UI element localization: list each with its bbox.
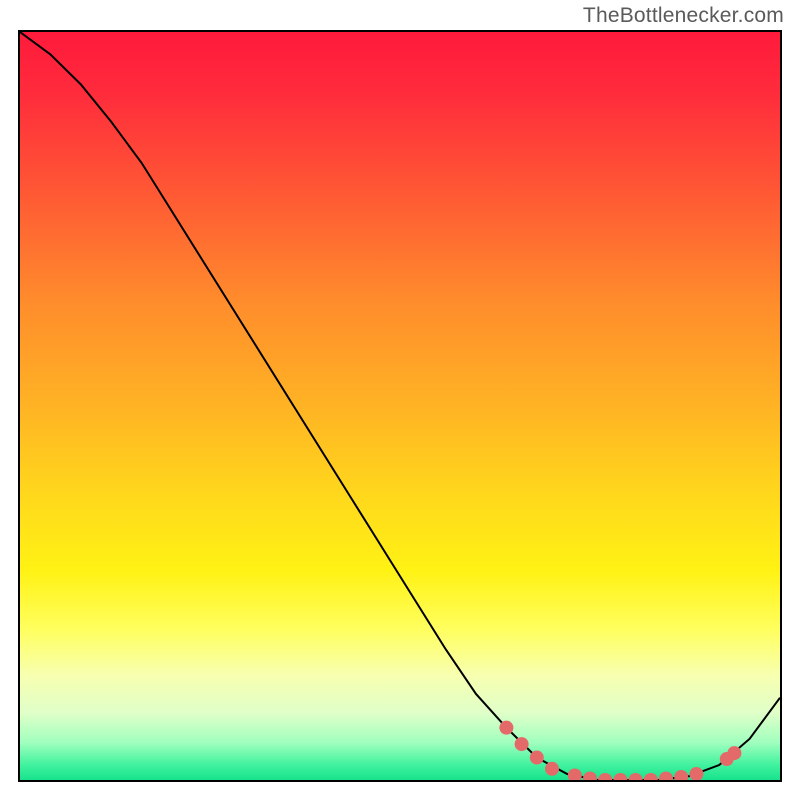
curve-marker: [568, 769, 582, 780]
curve-marker: [689, 767, 703, 780]
curve-marker: [674, 770, 688, 780]
chart-container: TheBottlenecker.com: [0, 0, 800, 800]
curve-marker: [613, 773, 627, 780]
curve-marker: [583, 772, 597, 781]
curve-marker: [644, 773, 658, 780]
curve-marker: [727, 746, 741, 760]
curve-marker: [530, 751, 544, 765]
curve-marker: [598, 773, 612, 780]
curve-marker: [515, 737, 529, 751]
plot-svg: [20, 32, 780, 780]
curve-marker: [499, 721, 513, 735]
plot-area: [18, 30, 782, 782]
curve-marker: [629, 773, 643, 780]
watermark-text: TheBottlenecker.com: [583, 4, 784, 28]
bottleneck-curve: [20, 32, 780, 780]
curve-marker: [659, 772, 673, 781]
curve-marker: [545, 762, 559, 776]
